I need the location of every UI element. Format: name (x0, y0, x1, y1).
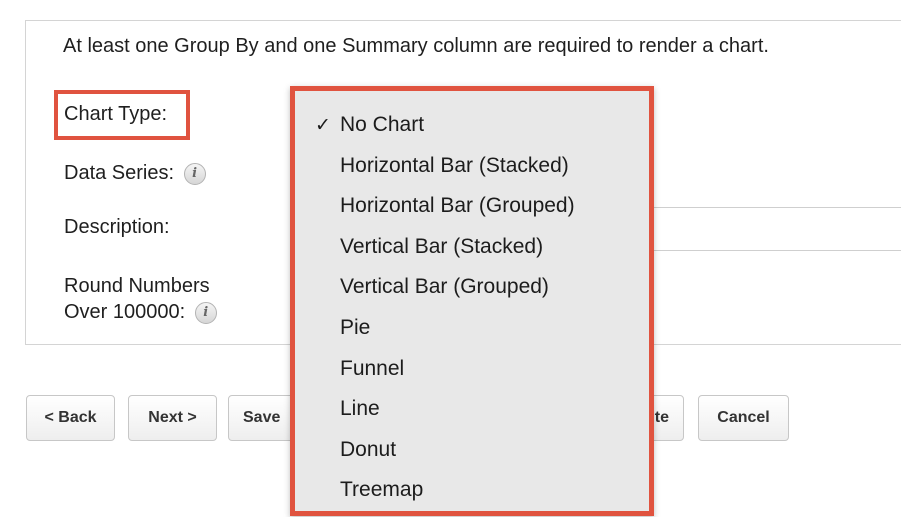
chart-type-option-treemap[interactable]: Treemap (295, 470, 649, 511)
chart-type-options: ✓ No Chart Horizontal Bar (Stacked) Hori… (295, 105, 649, 511)
option-label: Horizontal Bar (Grouped) (340, 194, 575, 218)
chart-type-option-horizontal-bar-stacked[interactable]: Horizontal Bar (Stacked) (295, 146, 649, 187)
cancel-button[interactable]: Cancel (698, 395, 789, 441)
info-icon[interactable]: i (183, 162, 206, 185)
option-label: Treemap (340, 478, 424, 502)
description-label: Description: (64, 216, 170, 238)
chart-type-option-no-chart[interactable]: ✓ No Chart (295, 105, 649, 146)
round-numbers-label-line2: Over 100000: i (64, 299, 217, 325)
option-label: Horizontal Bar (Stacked) (340, 153, 569, 177)
option-label: Pie (340, 315, 371, 339)
chart-type-option-line[interactable]: Line (295, 389, 649, 430)
round-numbers-field: Round Numbers Over 100000: i (64, 273, 217, 325)
chart-type-option-pie[interactable]: Pie (295, 308, 649, 349)
option-label: No Chart (340, 113, 425, 136)
data-series-field: Data Series: i (64, 160, 206, 186)
data-series-label: Data Series: (64, 162, 175, 184)
description-input[interactable] (652, 207, 901, 251)
chart-type-label-highlight: Chart Type: (54, 90, 190, 140)
option-label: Funnel (340, 356, 405, 380)
chart-type-dropdown[interactable]: ✓ No Chart Horizontal Bar (Stacked) Hori… (290, 86, 654, 516)
round-numbers-label-line1: Round Numbers (64, 275, 210, 297)
round-numbers-label-text: Over 100000: (64, 301, 186, 323)
chart-type-option-vertical-bar-grouped[interactable]: Vertical Bar (Grouped) (295, 267, 649, 308)
chart-type-option-donut[interactable]: Donut (295, 430, 649, 471)
option-label: Donut (340, 437, 397, 461)
chart-type-label: Chart Type: (64, 103, 168, 125)
checkmark-icon: ✓ (315, 114, 331, 136)
next-button[interactable]: Next > (128, 395, 217, 441)
chart-type-option-vertical-bar-stacked[interactable]: Vertical Bar (Stacked) (295, 227, 649, 268)
option-label: Vertical Bar (Stacked) (340, 234, 544, 258)
option-label: Vertical Bar (Grouped) (340, 275, 549, 299)
chart-type-option-horizontal-bar-grouped[interactable]: Horizontal Bar (Grouped) (295, 186, 649, 227)
chart-requirement-notice: At least one Group By and one Summary co… (63, 35, 769, 57)
chart-type-option-funnel[interactable]: Funnel (295, 349, 649, 390)
report-wizard-chart-step: At least one Group By and one Summary co… (0, 0, 901, 517)
option-label: Line (340, 397, 380, 421)
back-button[interactable]: < Back (26, 395, 115, 441)
info-icon[interactable]: i (194, 301, 217, 324)
